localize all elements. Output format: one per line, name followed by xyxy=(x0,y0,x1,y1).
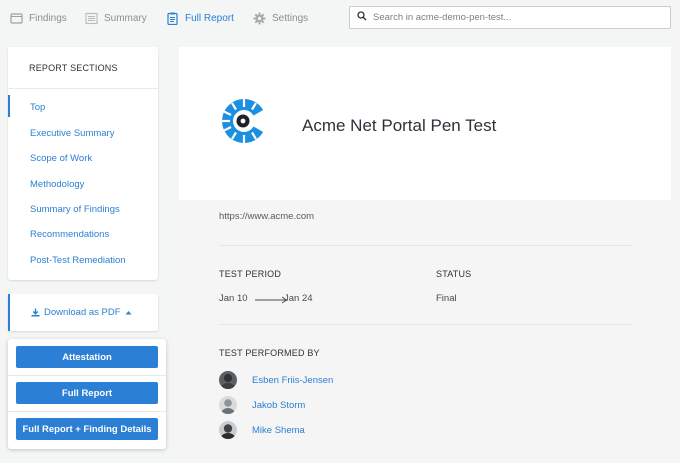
period-start: Jan 10 xyxy=(219,293,248,304)
tab-summary-label: Summary xyxy=(104,12,147,24)
tester-link[interactable]: Esben Friis-Jensen xyxy=(252,375,333,386)
tester-link[interactable]: Mike Shema xyxy=(252,425,305,436)
section-link-recommendations[interactable]: Recommendations xyxy=(30,229,109,240)
report-sections-title: REPORT SECTIONS xyxy=(29,63,118,73)
download-pdf-label: Download as PDF xyxy=(44,307,121,318)
section-link-summary-of-findings[interactable]: Summary of Findings xyxy=(30,204,120,215)
tab-findings-label: Findings xyxy=(29,12,67,24)
report-header: Acme Net Portal Pen Test xyxy=(179,47,671,200)
test-period-label: TEST PERIOD xyxy=(219,269,282,279)
tab-findings[interactable]: Findings xyxy=(10,10,67,26)
report-sections-panel: REPORT SECTIONS Top Executive Summary Sc… xyxy=(8,47,158,280)
tester-row: Mike Shema xyxy=(219,421,305,439)
report-content: Acme Net Portal Pen Test https://www.acm… xyxy=(179,47,671,463)
active-section-indicator xyxy=(8,95,10,117)
tab-full-report[interactable]: Full Report xyxy=(166,10,234,26)
tester-link[interactable]: Jakob Storm xyxy=(252,400,305,411)
section-link-post-test-remediation[interactable]: Post-Test Remediation xyxy=(30,255,126,266)
download-pdf-button[interactable]: Download as PDF xyxy=(31,307,132,318)
section-link-scope-of-work[interactable]: Scope of Work xyxy=(30,153,92,164)
divider xyxy=(219,324,632,325)
status-label: STATUS xyxy=(436,269,472,279)
search-icon xyxy=(357,11,367,24)
section-link-executive-summary[interactable]: Executive Summary xyxy=(30,128,114,139)
report-title: Acme Net Portal Pen Test xyxy=(302,116,497,135)
divider xyxy=(219,245,632,246)
download-full-report-details-button[interactable]: Full Report + Finding Details xyxy=(16,418,158,440)
download-full-report-button[interactable]: Full Report xyxy=(16,382,158,404)
tab-summary[interactable]: Summary xyxy=(85,10,147,26)
top-nav: Findings Summary Full Report Settings xyxy=(0,0,680,36)
clipboard-icon xyxy=(166,12,179,25)
tab-settings[interactable]: Settings xyxy=(253,10,308,26)
section-link-methodology[interactable]: Methodology xyxy=(30,179,84,190)
download-icon xyxy=(31,308,40,317)
download-attestation-button[interactable]: Attestation xyxy=(16,346,158,368)
tab-full-report-label: Full Report xyxy=(185,12,234,24)
search-input[interactable] xyxy=(373,12,653,23)
test-performed-by-label: TEST PERFORMED BY xyxy=(219,348,320,358)
download-panel: Download as PDF xyxy=(8,294,158,331)
section-link-top[interactable]: Top xyxy=(30,102,45,113)
avatar xyxy=(219,421,237,439)
list-icon xyxy=(85,12,98,25)
download-options-menu: Attestation Full Report Full Report + Fi… xyxy=(8,339,166,449)
target-url: https://www.acme.com xyxy=(219,211,315,222)
divider xyxy=(8,411,166,412)
tab-settings-label: Settings xyxy=(272,12,309,24)
caret-up-icon xyxy=(125,310,132,315)
status-value: Final xyxy=(436,293,457,304)
divider xyxy=(8,375,166,376)
period-end: Jan 24 xyxy=(284,293,313,304)
gear-icon xyxy=(253,12,266,25)
divider xyxy=(8,88,158,89)
tester-row: Esben Friis-Jensen xyxy=(219,371,333,389)
folder-icon xyxy=(10,12,23,25)
avatar xyxy=(219,396,237,414)
download-indicator xyxy=(8,294,10,331)
avatar xyxy=(219,371,237,389)
cobalt-logo-icon xyxy=(219,96,269,146)
tester-row: Jakob Storm xyxy=(219,396,305,414)
search-box[interactable] xyxy=(349,6,671,29)
